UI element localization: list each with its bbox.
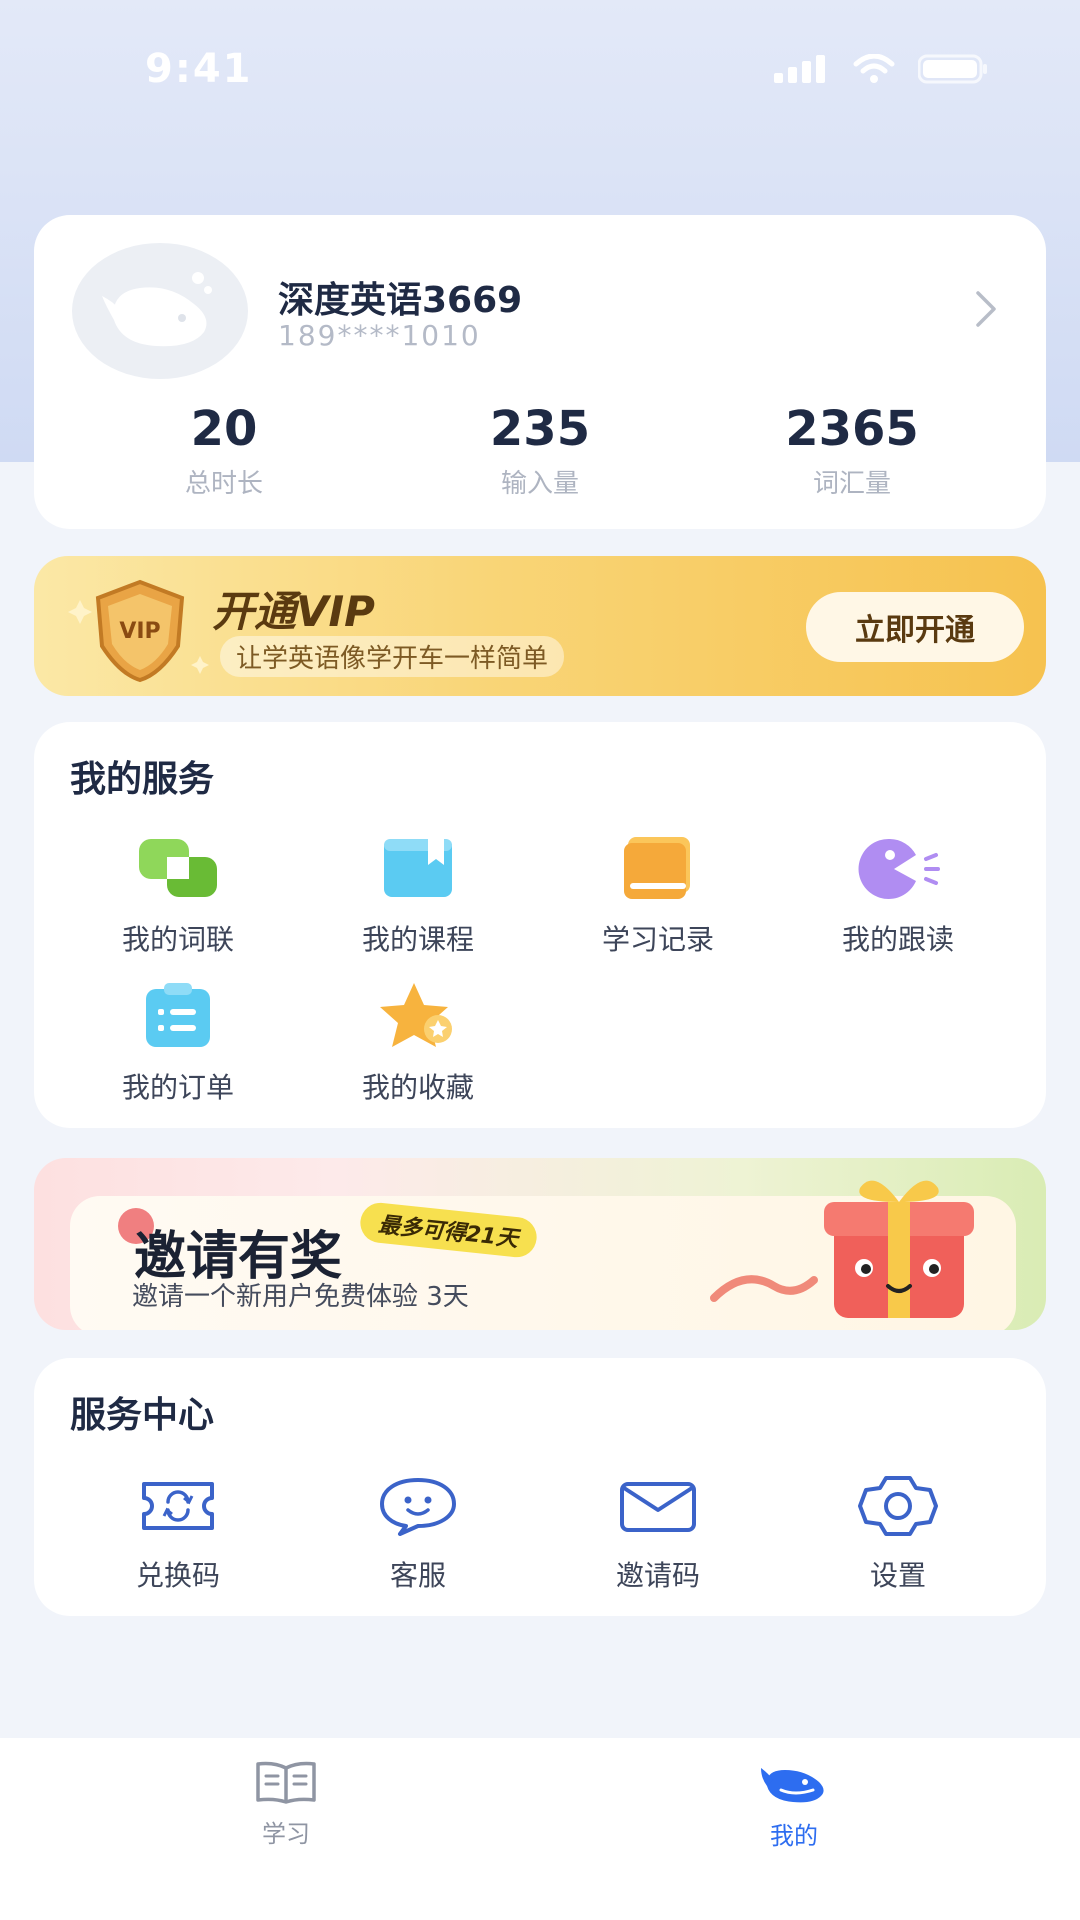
service-my-course[interactable]: 我的课程 <box>298 830 538 958</box>
redeem-code-label: 兑换码 <box>135 1559 220 1592</box>
service-label: 我的收藏 <box>361 1071 474 1104</box>
redeem-ticket-icon <box>130 1470 226 1542</box>
vip-title: 开通VIP <box>212 587 375 636</box>
settings-item[interactable]: 设置 <box>778 1470 1018 1594</box>
section-title: 服务中心 <box>70 1395 215 1436</box>
avatar[interactable] <box>72 243 248 379</box>
vip-subtitle: 让学英语像学开车一样简单 <box>220 636 565 677</box>
stat-label: 词汇量 <box>812 469 891 499</box>
status-icons <box>774 54 988 84</box>
service-study-record[interactable]: 学习记录 <box>538 830 778 958</box>
stat-value: 2365 <box>785 401 919 457</box>
service-label: 我的词联 <box>121 923 234 956</box>
speak-icon <box>848 830 948 906</box>
vip-banner[interactable]: VIP 开通VIP 让学英语像学开车一样简单 立即开通 <box>34 556 1046 696</box>
stat-total-time: 20 总时长 <box>124 401 324 500</box>
service-label: 学习记录 <box>601 923 714 956</box>
user-name: 深度英语3669 <box>278 280 523 321</box>
redeem-code-item[interactable]: 兑换码 <box>58 1470 298 1594</box>
vip-open-button[interactable]: 立即开通 <box>806 592 1024 662</box>
tab-mine[interactable]: 我的 <box>694 1760 894 1851</box>
user-phone: 189****1010 <box>278 319 481 352</box>
open-book-icon <box>256 1761 316 1804</box>
order-clipboard-icon <box>128 978 228 1054</box>
gift-box-icon <box>710 1180 974 1318</box>
tab-label: 学习 <box>262 1820 310 1848</box>
stat-label: 输入量 <box>500 469 579 499</box>
chevron-right-icon[interactable] <box>972 289 1000 329</box>
settings-label: 设置 <box>869 1559 926 1592</box>
stat-vocabulary: 2365 词汇量 <box>752 401 952 500</box>
customer-service-icon <box>370 1470 466 1542</box>
status-bar: 9:41 <box>0 0 1080 140</box>
service-label: 我的订单 <box>121 1071 234 1104</box>
service-word-link[interactable]: 我的词联 <box>58 830 298 958</box>
service-my-orders[interactable]: 我的订单 <box>58 978 298 1106</box>
service-label: 我的课程 <box>361 923 474 956</box>
whale-avatar-icon <box>102 272 212 347</box>
my-services-card: 我的服务 我的词联 我的课程 学习记录 我的跟读 我的订单 我的收藏 <box>34 722 1046 1128</box>
invite-subtitle: 邀请一个新用户免费体验 3天 <box>132 1282 469 1312</box>
invite-code-item[interactable]: 邀请码 <box>538 1470 778 1594</box>
envelope-icon <box>610 1470 706 1542</box>
service-label: 我的跟读 <box>841 923 954 956</box>
wifi-icon <box>853 54 895 83</box>
whale-icon <box>761 1768 824 1803</box>
customer-service-item[interactable]: 客服 <box>298 1470 538 1594</box>
invite-banner[interactable]: 邀请有奖 最多可得21天 邀请一个新用户免费体验 3天 <box>34 1158 1046 1330</box>
customer-service-label: 客服 <box>389 1559 446 1592</box>
status-time: 9:41 <box>145 46 253 92</box>
chain-icon <box>128 830 228 906</box>
course-book-icon <box>368 830 468 906</box>
vip-badge-text: VIP <box>119 619 160 644</box>
star-icon <box>368 978 468 1054</box>
profile-card[interactable]: 深度英语3669 189****1010 20 总时长 235 输入量 2365… <box>34 215 1046 529</box>
bottom-tab-bar: 学习 我的 <box>0 1738 1080 1920</box>
record-book-icon <box>608 830 708 906</box>
signal-icon <box>774 55 825 83</box>
invite-code-label: 邀请码 <box>615 1559 700 1592</box>
service-my-favorites[interactable]: 我的收藏 <box>298 978 538 1106</box>
stat-label: 总时长 <box>184 469 263 499</box>
tab-label: 我的 <box>770 1822 818 1850</box>
stat-value: 20 <box>190 401 258 457</box>
service-center-card: 服务中心 兑换码 客服 邀请码 设置 <box>34 1358 1046 1616</box>
stat-value: 235 <box>489 401 591 457</box>
vip-badge-icon: VIP <box>68 579 209 683</box>
tab-study[interactable]: 学习 <box>186 1760 386 1849</box>
service-my-follow-read[interactable]: 我的跟读 <box>778 830 1018 958</box>
section-title: 我的服务 <box>70 759 215 800</box>
stat-input-amount: 235 输入量 <box>440 401 640 500</box>
battery-icon <box>918 54 987 84</box>
gear-icon <box>850 1470 946 1542</box>
